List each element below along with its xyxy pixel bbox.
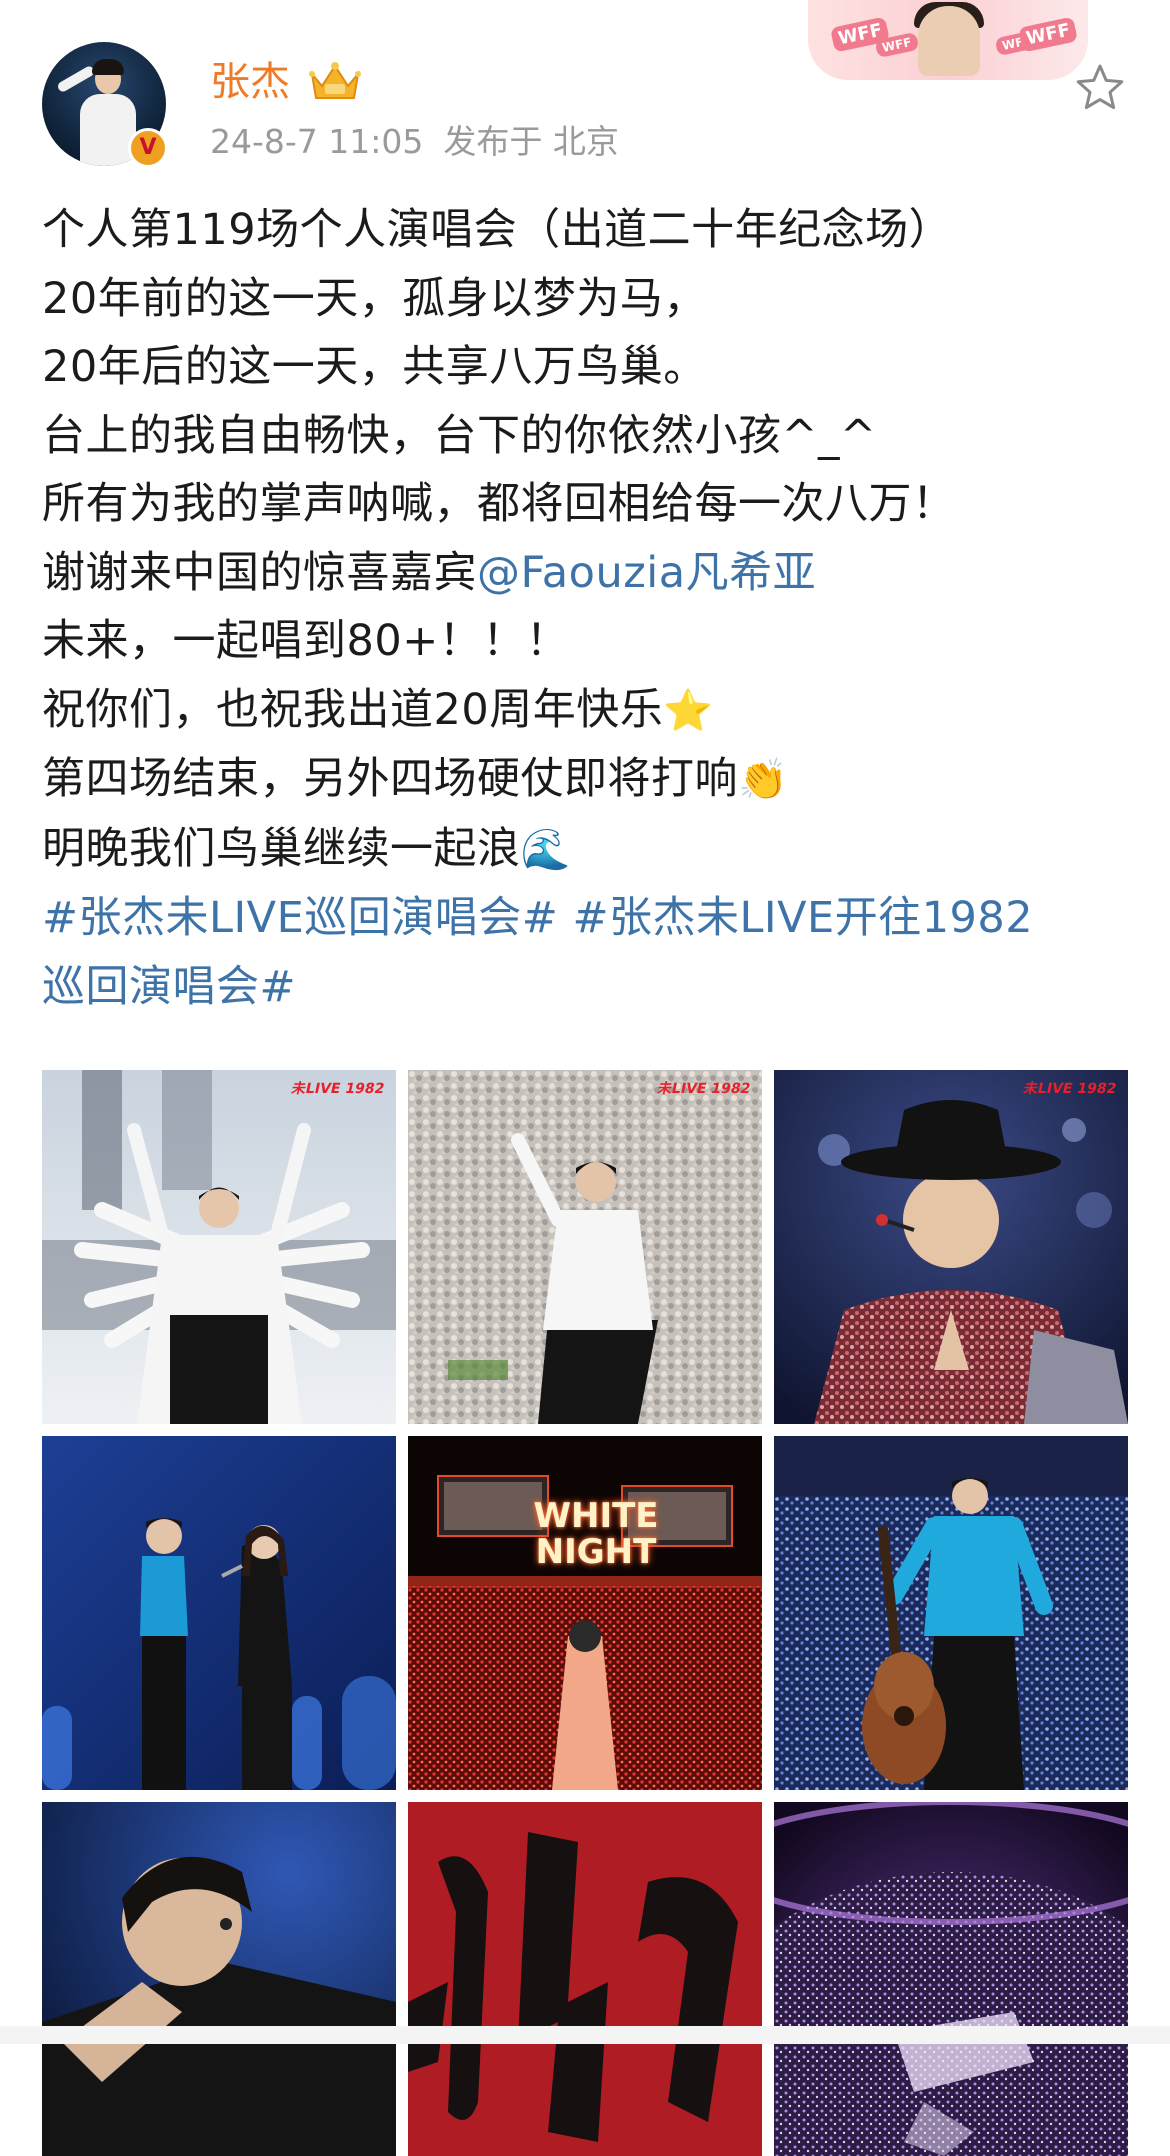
hashtag-line: #张杰未LIVE巡回演唱会# #张杰未LIVE开往1982: [42, 884, 1132, 953]
post-line: 所有为我的掌声呐喊，都将回相给每一次八万！: [42, 470, 1132, 539]
post-location: 发布于 北京: [443, 122, 619, 161]
image-tile[interactable]: [408, 1802, 762, 2156]
star-emoji-icon: ⭐: [663, 687, 714, 734]
post-line: 台上的我自由畅快，台下的你依然小孩^_^: [42, 402, 1132, 471]
post-line: 20年后的这一天，共享八万鸟巢。: [42, 333, 1132, 402]
post-line-text: 第四场结束，另外四场硬仗即将打响: [42, 754, 738, 804]
photo-white-night-stadium: [408, 1436, 762, 1790]
mention-link[interactable]: @Faouzia凡希亚: [477, 548, 816, 598]
image-tile[interactable]: 未LIVE 1982: [774, 1070, 1128, 1424]
post-line: 谢谢来中国的惊喜嘉宾@Faouzia凡希亚: [42, 539, 1132, 608]
post-line-text: 个人第119场个人演唱会（出道二十年纪念场）: [42, 205, 953, 255]
photo-closeup-piano: [42, 1802, 396, 2156]
post-line: 第四场结束，另外四场硬仗即将打响👏: [42, 745, 1132, 815]
post-line-text: 20年后的这一天，共享八万鸟巢。: [42, 342, 707, 392]
white-night-screen-text: WHITE NIGHT: [533, 1496, 659, 1572]
post-line: 祝你们，也祝我出道20周年快乐⭐: [42, 676, 1132, 746]
post-line-text: 所有为我的掌声呐喊，都将回相给每一次八万！: [42, 479, 956, 529]
post-meta: 24-8-7 11:05 发布于 北京: [210, 120, 639, 164]
photo-purple-stadium-aerial: [774, 1802, 1128, 2156]
crown-icon: [309, 62, 361, 99]
post-line-text: 20年前的这一天，孤身以梦为马，: [42, 273, 707, 324]
fan-badge-label: WFF: [1018, 16, 1079, 53]
post-line-text: 谢谢来中国的惊喜嘉宾: [42, 547, 477, 598]
bottom-edge: [0, 2026, 1170, 2044]
post-line-text: 未来，一起唱到80+！！！: [42, 616, 570, 666]
image-tile[interactable]: [774, 1802, 1128, 2156]
hashtag-link[interactable]: 巡回演唱会#: [42, 962, 296, 1012]
wave-emoji-icon: 🌊: [520, 826, 571, 873]
image-tile[interactable]: [42, 1436, 396, 1790]
photo-white-shirt-crowd: [408, 1070, 762, 1424]
post-line: 未来，一起唱到80+！！！: [42, 607, 1132, 676]
post-body: 个人第119场个人演唱会（出道二十年纪念场） 20年前的这一天，孤身以梦为马， …: [42, 196, 1132, 1021]
post-header: V 张杰 24-8-7 11:05 发布于 北京 WFF WFF WFF WFF: [0, 0, 1170, 190]
post-timestamp: 24-8-7 11:05: [210, 122, 424, 161]
post-line: 20年前的这一天，孤身以梦为马，: [42, 265, 1132, 334]
fan-badge[interactable]: WFF WFF WFF WFF: [808, 0, 1088, 80]
image-tile[interactable]: 未LIVE 1982: [408, 1070, 762, 1424]
tour-logo: 未LIVE 1982: [1021, 1081, 1118, 1097]
image-tile[interactable]: 未LIVE 1982: [42, 1070, 396, 1424]
verified-badge-icon: V: [128, 128, 168, 168]
clapping-hands-emoji-icon: 👏: [738, 757, 789, 803]
photo-black-hat-sequin: [774, 1070, 1128, 1424]
post-line-text: 台上的我自由畅快，台下的你依然小孩^_^: [42, 410, 877, 461]
star-outline-icon[interactable]: [1072, 60, 1128, 116]
tour-logo: 未LIVE 1982: [289, 1081, 386, 1097]
image-tile[interactable]: [774, 1436, 1128, 1790]
post-line: 明晚我们鸟巢继续一起浪🌊: [42, 815, 1132, 885]
image-tile[interactable]: [42, 1802, 396, 2156]
hashtag-line: 巡回演唱会#: [42, 953, 1132, 1022]
image-tile[interactable]: WHITE NIGHT: [408, 1436, 762, 1790]
post-line-text: 祝你们，也祝我出道20周年快乐: [42, 684, 664, 735]
photo-blue-shirt-guitar: [774, 1436, 1128, 1790]
post-line: 个人第119场个人演唱会（出道二十年纪念场）: [42, 196, 1132, 265]
hashtag-link[interactable]: #张杰未LIVE巡回演唱会# #张杰未LIVE开往1982: [42, 893, 1033, 943]
photo-white-robe-dancers: [42, 1070, 396, 1424]
tour-logo: 未LIVE 1982: [655, 1081, 752, 1097]
photo-duet-blue-stage: [42, 1436, 396, 1790]
username[interactable]: 张杰: [210, 58, 290, 106]
post-line-text: 明晚我们鸟巢继续一起浪: [42, 823, 521, 874]
photo-red-calligraphy: [408, 1802, 762, 2156]
